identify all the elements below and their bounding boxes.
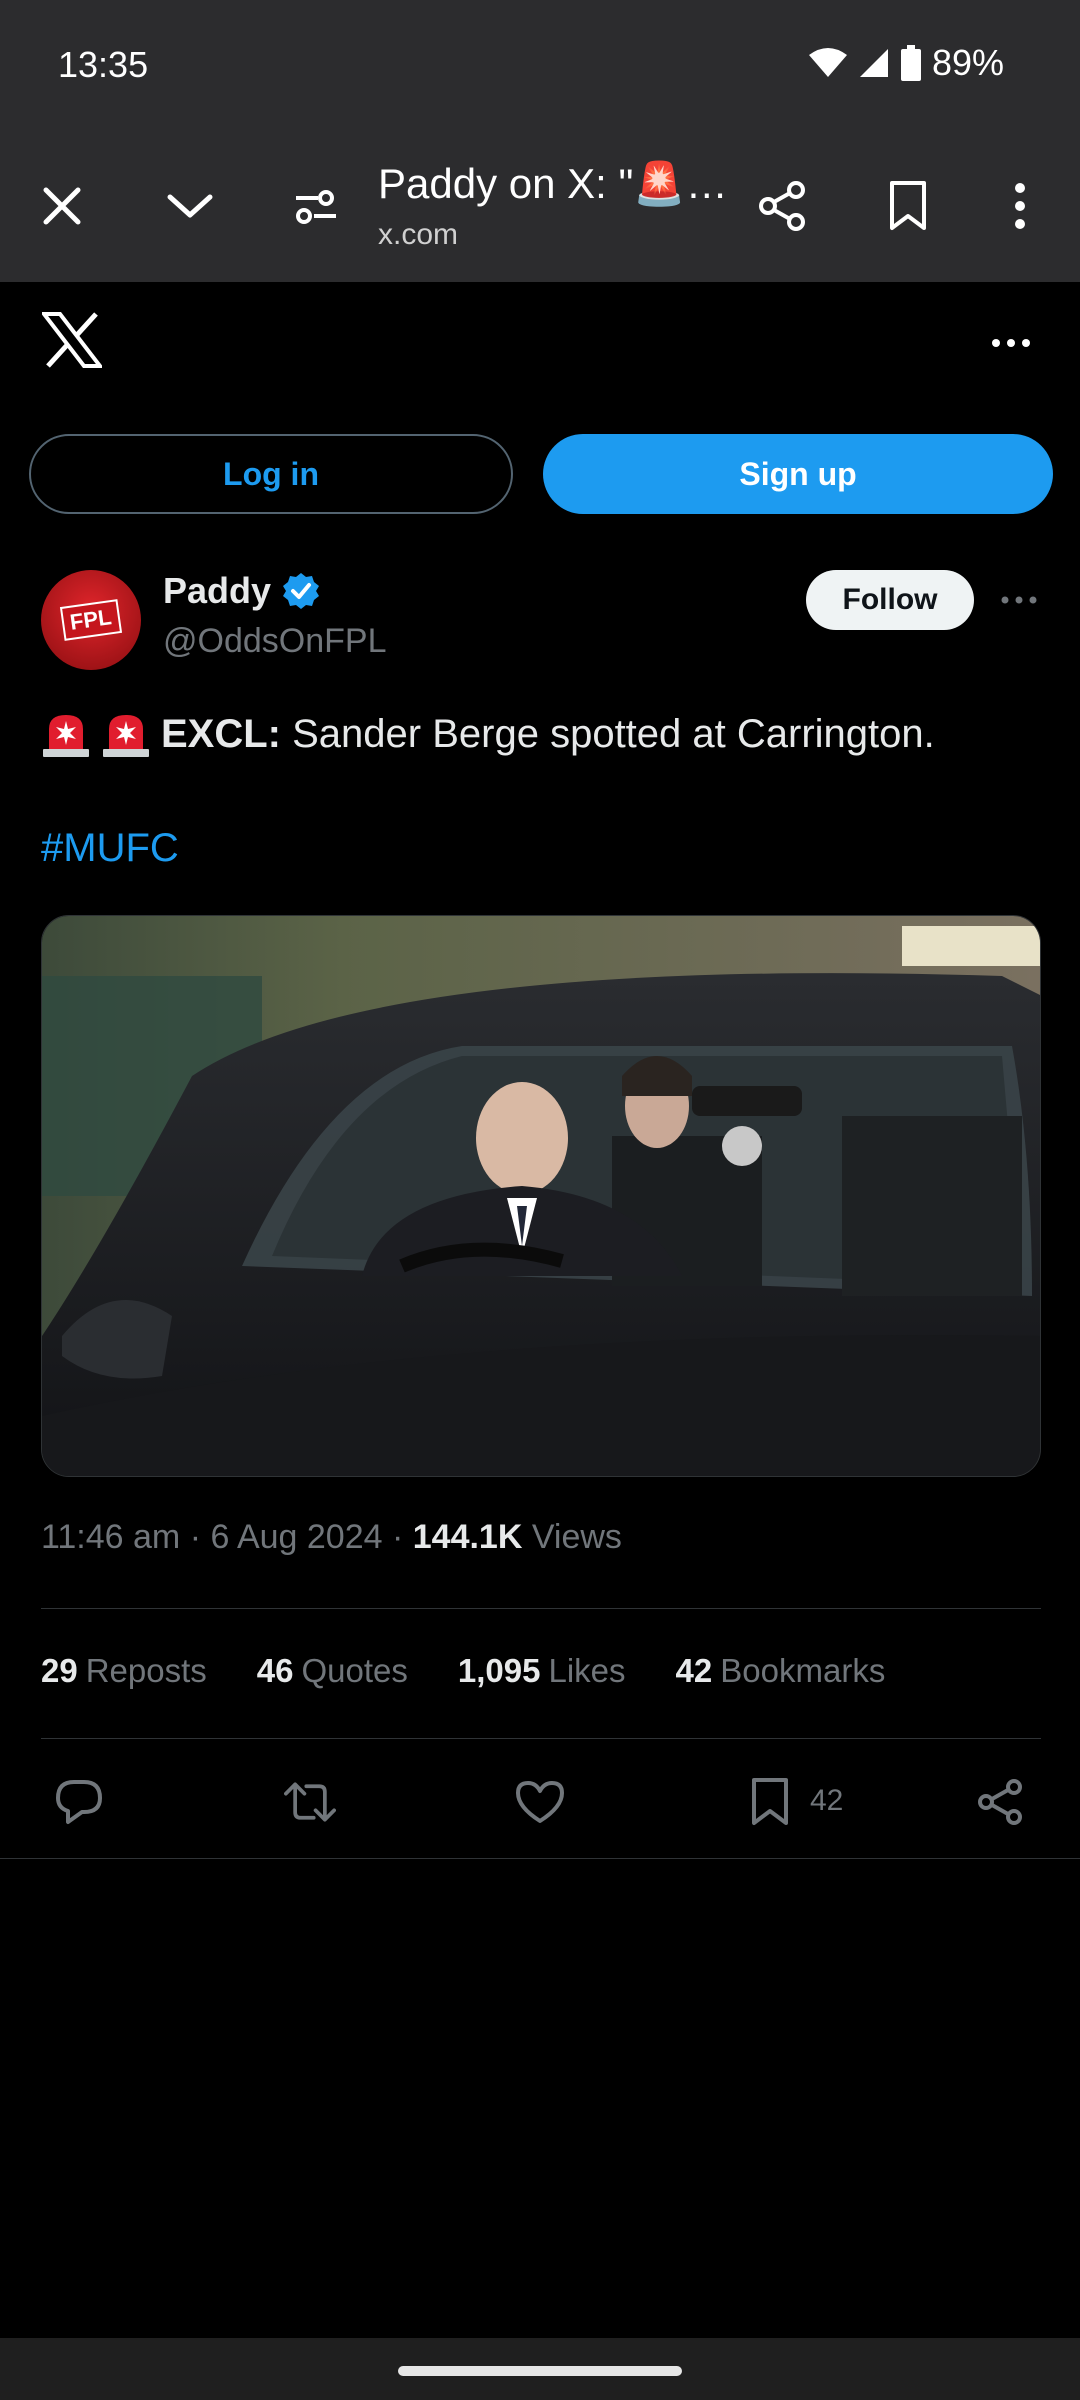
page-url[interactable]: x.com	[378, 218, 458, 252]
tweet-time[interactable]: 11:46 am	[41, 1518, 180, 1556]
bookmark-icon[interactable]	[878, 176, 938, 236]
tweet-more-icon[interactable]	[994, 578, 1044, 622]
tweet-text-bold: EXCL:	[161, 712, 281, 756]
more-horizontal-icon[interactable]	[986, 318, 1036, 368]
tweet-actions	[0, 1760, 1080, 1842]
author-name[interactable]: Paddy	[163, 570, 321, 612]
bookmark-count: 42	[810, 1784, 844, 1817]
divider	[0, 1858, 1080, 1859]
stat-bookmarks[interactable]: 42 Bookmarks	[676, 1652, 886, 1690]
stat-reposts[interactable]: 29 Reposts	[41, 1652, 207, 1690]
more-vertical-icon[interactable]	[990, 176, 1050, 236]
signal-icon	[859, 49, 888, 77]
share-icon[interactable]	[976, 1776, 1028, 1828]
verified-badge-icon	[283, 573, 320, 609]
siren-icon	[43, 715, 89, 757]
tweet-stats: 29 Reposts 46 Quotes 1,095 Likes 42 Bookmark…	[41, 1652, 885, 1690]
avatar-fpl-label: FPL	[60, 599, 122, 641]
status-time: 13:35	[58, 44, 149, 85]
author-handle[interactable]: @OddsOnFPL	[163, 622, 387, 661]
signup-button[interactable]: Sign up	[543, 434, 1053, 514]
page-info-icon[interactable]	[286, 176, 346, 236]
tweet-image[interactable]	[41, 915, 1041, 1477]
stat-likes[interactable]: 1,095 Likes	[458, 1652, 626, 1690]
views-label: Views	[531, 1518, 622, 1556]
home-indicator[interactable]	[398, 2366, 682, 2376]
browser-toolbar: Paddy on X: "🚨… x.com	[0, 130, 1080, 282]
follow-button[interactable]: Follow	[806, 570, 974, 630]
avatar[interactable]: FPL	[41, 570, 141, 670]
battery-percent: 89%	[931, 42, 1004, 83]
car-photo	[42, 916, 1040, 1476]
siren-icon	[103, 715, 149, 757]
chevron-down-icon[interactable]	[160, 176, 220, 236]
tweet-date[interactable]: 6 Aug 2024	[210, 1518, 382, 1556]
divider	[41, 1738, 1041, 1739]
tweet-text: EXCL: Sander Berge spotted at Carrington…	[41, 706, 1041, 762]
share-icon[interactable]	[752, 176, 812, 236]
login-button[interactable]: Log in	[29, 434, 513, 514]
status-bar: 13:35 89%	[0, 0, 1080, 130]
divider	[41, 1608, 1041, 1609]
bookmark-icon[interactable]	[750, 1776, 802, 1828]
tweet-text-body: Sander Berge spotted at Carrington.	[292, 712, 935, 756]
views-count: 144.1K	[412, 1518, 523, 1556]
stat-quotes[interactable]: 46 Quotes	[257, 1652, 408, 1690]
reply-icon[interactable]	[54, 1776, 106, 1828]
wifi-icon	[808, 48, 847, 77]
x-logo-icon[interactable]	[39, 312, 105, 372]
status-indicators: 89%	[808, 42, 1004, 84]
tweet-meta: 11:46 am · 6 Aug 2024 · 144.1K Views	[41, 1518, 622, 1556]
close-icon[interactable]	[32, 176, 92, 236]
like-icon[interactable]	[514, 1776, 566, 1828]
battery-icon	[900, 45, 921, 81]
page-title[interactable]: Paddy on X: "🚨…	[378, 160, 728, 209]
author-name-text: Paddy	[163, 570, 272, 611]
repost-icon[interactable]	[284, 1776, 336, 1828]
hashtag-link[interactable]: #MUFC	[41, 826, 179, 871]
